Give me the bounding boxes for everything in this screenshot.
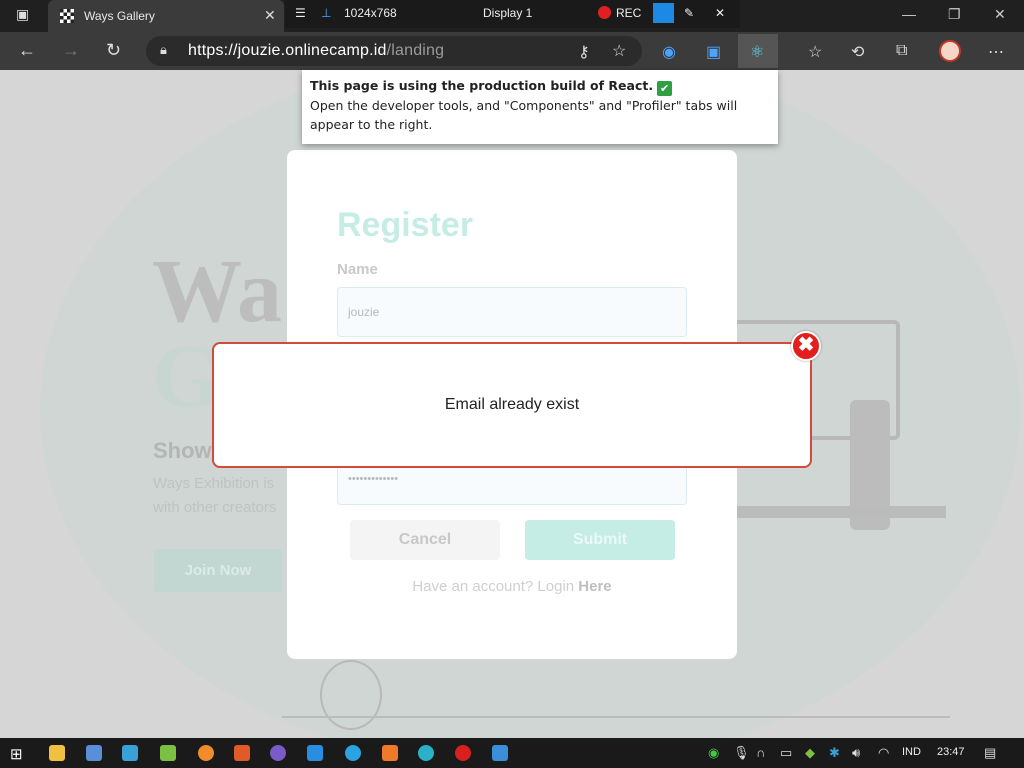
react-popup-title: This page is using the production build … [310,78,654,93]
address-bar[interactable]: 🔒︎ https://jouzie.onlinecamp.id/landing … [146,36,642,66]
modal-close-icon[interactable]: ✖ [791,331,821,361]
collections-icon[interactable]: ⧉ [896,42,907,60]
volume-icon[interactable]: 🔊︎ [852,745,860,761]
language-indicator[interactable]: IND [902,746,921,758]
favorites-icon[interactable]: ☆ [808,42,822,62]
register-heading: Register [337,206,474,244]
rec-label[interactable]: REC [616,6,641,20]
submit-button[interactable]: Submit [525,520,675,560]
windows-start-icon[interactable]: ⊞ [10,745,23,763]
hero-subtitle: Show [153,438,212,463]
extension-search-icon[interactable]: ◉ [662,42,676,62]
vscode-icon[interactable] [307,745,323,761]
join-now-button[interactable]: Join Now [154,549,282,592]
browser-toolbar: ← → ↻ 🔒︎ https://jouzie.onlinecamp.id/la… [0,32,1024,70]
file-explorer-icon[interactable] [49,745,65,761]
app-icon-4[interactable] [198,745,214,761]
lock-icon: 🔒︎ [160,42,167,57]
react-popup-body: Open the developer tools, and "Component… [310,98,738,132]
history-icon[interactable]: ⟲ [851,42,864,62]
record-dot-icon[interactable] [598,6,611,19]
add-favorite-icon[interactable]: ☆ [612,41,626,61]
error-modal: Email already exist [212,342,812,468]
error-message: Email already exist [444,396,580,413]
capture-close-icon[interactable]: ✕ [715,6,725,20]
notification-icon[interactable]: ▤ [984,745,996,761]
capture-size: 1024x768 [344,6,397,20]
git-icon[interactable] [234,745,250,761]
floor-line [282,716,950,718]
microphone-icon[interactable]: 🎙︎ [733,745,750,761]
site-favicon-icon [60,9,74,23]
camera-icon[interactable] [653,3,674,23]
react-icon[interactable]: ⚛ [750,42,764,62]
app-icon-1[interactable] [86,745,102,761]
key-icon[interactable]: ⚷ [578,42,590,62]
bluetooth-icon[interactable]: ✱ [829,745,840,761]
more-menu-icon[interactable]: ⋯ [988,42,1004,62]
menu-icon[interactable]: ☰ [295,6,306,20]
tray-status-icon[interactable]: ◉ [708,745,719,761]
telegram-icon[interactable] [345,745,361,761]
battery-icon[interactable]: ▭ [780,745,792,761]
minimize-icon[interactable]: — [902,6,916,22]
refresh-icon[interactable]: ↻ [106,40,121,61]
react-devtools-popup: This page is using the production build … [302,70,778,144]
cloud-app-icon[interactable] [382,745,398,761]
browser-title-bar: ▣ Ways Gallery ✕ ☰ ⊥ 1024x768 Display 1 … [0,0,1024,32]
restore-icon[interactable]: ❐ [948,6,961,23]
window-close-icon[interactable]: ✕ [994,6,1006,23]
windows-taskbar: ⊞ ◉ 🎙︎ ∩ ▭ ◆ ✱ 🔊︎ ◠ IND 23:47 ▤ [0,738,1024,768]
screen-capture-bar: ☰ ⊥ 1024x768 Display 1 REC ✎ ✕ [285,0,740,28]
browser-tab[interactable]: Ways Gallery ✕ [48,0,284,32]
github-desktop-icon[interactable] [270,745,286,761]
extension-camera-icon[interactable]: ▣ [706,42,721,62]
photos-icon[interactable] [492,745,508,761]
cancel-button[interactable]: Cancel [350,520,500,560]
display-selector[interactable]: Display 1 [483,6,532,20]
recorder-icon[interactable] [455,745,471,761]
tab-title: Ways Gallery [84,9,155,23]
clock[interactable]: 23:47 [937,746,965,758]
tab-actions-icon[interactable]: ▣ [16,6,29,23]
login-prompt: Have an account? Login Here [412,578,612,595]
name-field[interactable]: jouzie [337,287,687,337]
app-icon-3[interactable] [160,745,176,761]
profile-avatar[interactable] [939,40,961,62]
pin-icon[interactable]: ⊥ [321,6,331,20]
edge-icon[interactable] [418,745,434,761]
nvidia-icon[interactable]: ◆ [805,745,815,761]
vase-illustration [320,660,382,730]
pen-icon[interactable]: ✎ [684,6,694,20]
url-text[interactable]: https://jouzie.onlinecamp.id/landing [188,42,444,60]
tab-close-icon[interactable]: ✕ [264,7,276,24]
app-icon-2[interactable] [122,745,138,761]
check-icon: ✔ [657,81,673,96]
login-here-link[interactable]: Here [578,578,611,595]
forward-icon[interactable]: → [62,40,80,61]
name-label: Name [337,261,378,278]
hero-description: Ways Exhibition is with other creators [153,475,277,516]
back-icon[interactable]: ← [18,40,36,61]
headset-icon[interactable]: ∩ [756,745,765,760]
wifi-icon[interactable]: ◠ [878,745,889,761]
